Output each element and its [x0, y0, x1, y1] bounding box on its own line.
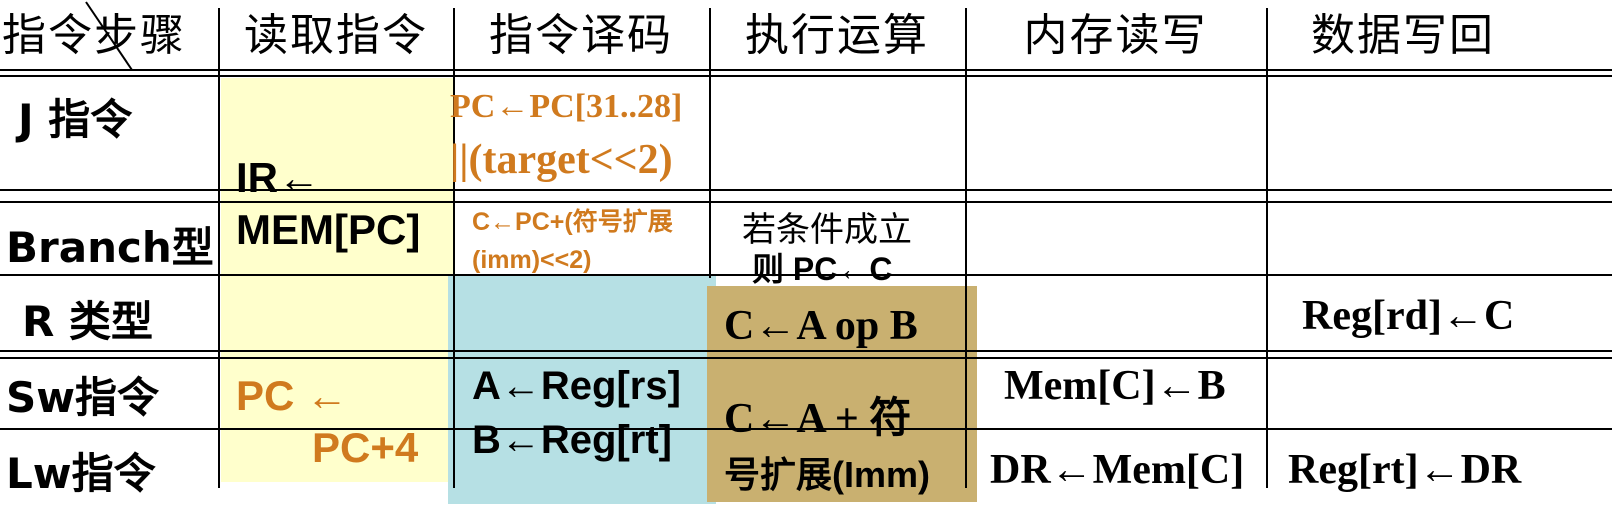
header-underline-2 [0, 75, 1612, 77]
header-corner: 指令步骤 [2, 10, 186, 61]
col-divider-2 [453, 8, 455, 488]
row-divider-r-2 [0, 357, 1612, 359]
j-decode-line1: PC←PC[31..28] [450, 88, 683, 125]
header-memory: 内存读写 [1023, 10, 1208, 61]
col-divider-5 [1266, 8, 1268, 488]
r-writeback: Reg[rd]←C [1302, 293, 1515, 339]
exec-mem-line2: 号扩展(Imm) [724, 454, 930, 495]
col-divider-1 [218, 8, 220, 488]
col-divider-4 [965, 8, 967, 488]
row-label-r: R 类型 [22, 297, 153, 346]
exec-r-op: C←A op B [724, 303, 918, 349]
fetch-ir-line1: IR← [236, 154, 320, 201]
lw-writeback: Reg[rt]←DR [1288, 447, 1522, 493]
exec-mem-line1: C←A + 符 [724, 396, 912, 442]
header-execute: 执行运算 [745, 10, 929, 61]
branch-decode-line1: C←PC+(符号扩展 [472, 208, 673, 236]
header-decode: 指令译码 [489, 10, 673, 61]
row-divider-r [0, 350, 1612, 352]
branch-exec-line2: 则 PC←C [752, 251, 893, 287]
decode-a: A←Reg[rs] [472, 364, 681, 408]
row-label-j: J 指令 [18, 95, 133, 144]
row-label-sw: Sw指令 [6, 373, 160, 422]
fetch-ir-line2: MEM[PC] [236, 206, 421, 253]
header-fetch: 读取指令 [244, 10, 428, 61]
header-writeback: 数据写回 [1311, 10, 1495, 61]
fetch-pc-line2: PC+4 [312, 424, 419, 471]
fetch-stage-block [221, 78, 454, 482]
row-label-branch: Branch型 [6, 223, 214, 272]
fetch-pc-line1: PC ← [236, 372, 349, 419]
branch-decode-line2: (imm)<<2) [472, 246, 592, 274]
decode-b: B←Reg[rt] [472, 418, 672, 462]
sw-memory: Mem[C]←B [1004, 363, 1226, 409]
header-underline [0, 69, 1612, 71]
row-label-lw: Lw指令 [6, 449, 156, 498]
j-decode-line2: ||(target<<2) [450, 137, 673, 183]
lw-memory: DR←Mem[C] [990, 447, 1245, 493]
